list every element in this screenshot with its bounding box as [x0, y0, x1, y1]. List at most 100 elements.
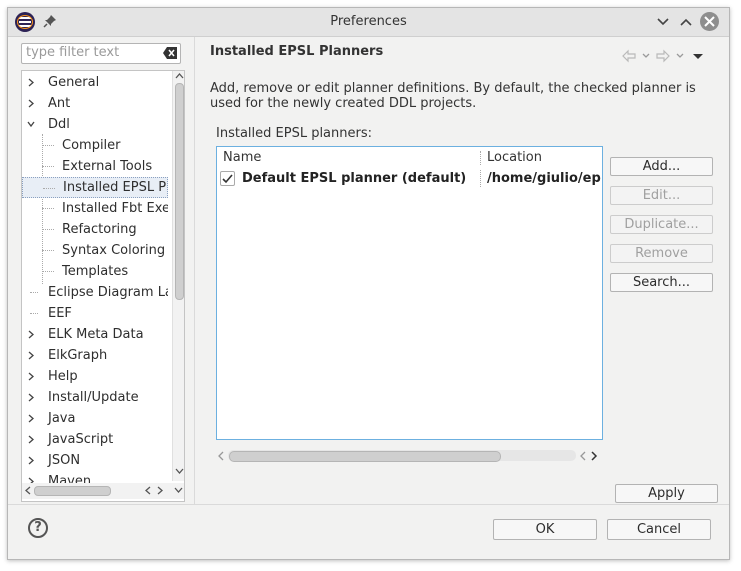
- back-arrow-icon[interactable]: [621, 49, 637, 63]
- tree-item[interactable]: Compiler: [22, 135, 168, 156]
- tree-horizontal-thumb[interactable]: [34, 486, 111, 496]
- collapsed-chevron-icon[interactable]: [26, 93, 38, 114]
- footer-divider: [8, 504, 729, 505]
- tree-item-label: Syntax Coloring: [62, 243, 166, 258]
- back-menu-chevron-icon[interactable]: [641, 49, 651, 63]
- apply-button[interactable]: Apply: [615, 484, 718, 503]
- tree-item[interactable]: ELK Meta Data: [22, 324, 168, 345]
- tree-item[interactable]: Syntax Coloring: [22, 240, 168, 261]
- tree-item[interactable]: JSON: [22, 450, 168, 471]
- tree-item[interactable]: General: [22, 72, 168, 93]
- help-icon[interactable]: ?: [28, 518, 48, 538]
- tree-item[interactable]: Installed Fbt Exec: [22, 198, 168, 219]
- preference-page: Installed EPSL Planners Add, remove or e…: [195, 37, 729, 504]
- collapsed-chevron-icon[interactable]: [26, 366, 38, 387]
- planners-table-label: Installed EPSL planners:: [216, 126, 372, 141]
- tree-item-label: Install/Update: [48, 390, 139, 405]
- tree-connector: [42, 166, 54, 167]
- search-button[interactable]: Search...: [610, 273, 713, 292]
- scroll-left-icon[interactable]: [24, 486, 32, 495]
- checkmark-icon: [222, 174, 233, 184]
- tree-item[interactable]: Ddl: [22, 114, 168, 135]
- scroll-right-icon[interactable]: [156, 486, 164, 495]
- tree-item-label: Refactoring: [62, 222, 137, 237]
- tree-vertical-thumb[interactable]: [175, 83, 184, 300]
- tree-connector: [42, 250, 54, 251]
- tree-connector: [42, 208, 54, 209]
- maximize-chevron-icon[interactable]: [678, 14, 694, 30]
- column-divider[interactable]: [480, 151, 482, 165]
- table-horizontal-thumb[interactable]: [229, 451, 501, 462]
- planner-name-cell: Default EPSL planner (default): [242, 171, 467, 186]
- scroll-down-icon[interactable]: [174, 486, 183, 494]
- duplicate-button[interactable]: Duplicate...: [610, 215, 713, 234]
- tree-vertical-scrollbar[interactable]: [172, 71, 184, 481]
- tree-item[interactable]: Ant: [22, 93, 168, 114]
- tree-connector: [42, 229, 54, 230]
- collapsed-chevron-icon[interactable]: [26, 408, 38, 429]
- clear-filter-icon[interactable]: [163, 47, 177, 59]
- scroll-left-icon[interactable]: [144, 486, 152, 495]
- page-description: Add, remove or edit planner definitions.…: [210, 81, 696, 111]
- planners-table[interactable]: Name Location Default EPSL planner (defa…: [216, 146, 603, 440]
- tree-item[interactable]: Eclipse Diagram La: [22, 282, 168, 303]
- preference-tree-pane: General Ant Ddl Compiler External Tools Insta…: [8, 37, 194, 504]
- tree-item[interactable]: EEF: [22, 303, 168, 324]
- cancel-button[interactable]: Cancel: [607, 519, 711, 540]
- tree-item-label: Compiler: [62, 138, 121, 153]
- tree-item-label: EEF: [48, 306, 72, 321]
- preference-tree[interactable]: General Ant Ddl Compiler External Tools Insta…: [21, 70, 185, 502]
- tree-item[interactable]: JavaScript: [22, 429, 168, 450]
- tree-item[interactable]: External Tools: [22, 156, 168, 177]
- tree-connector: [30, 313, 38, 314]
- tree-item[interactable]: Refactoring: [22, 219, 168, 240]
- tree-item[interactable]: ElkGraph: [22, 345, 168, 366]
- collapsed-chevron-icon[interactable]: [26, 345, 38, 366]
- minimize-chevron-icon[interactable]: [655, 14, 671, 30]
- tree-connector: [42, 145, 54, 146]
- tree-item-label: General: [48, 75, 100, 90]
- scroll-right-icon[interactable]: [590, 451, 598, 461]
- column-divider: [480, 170, 481, 187]
- tree-horizontal-scrollbar[interactable]: [22, 483, 184, 499]
- window-title: Preferences: [330, 14, 407, 29]
- close-button[interactable]: [700, 12, 719, 31]
- collapsed-chevron-icon[interactable]: [26, 429, 38, 450]
- tree-item-label: Java: [48, 411, 76, 426]
- tree-item[interactable]: Install/Update: [22, 387, 168, 408]
- tree-item-label: Installed Fbt Exec: [62, 201, 168, 216]
- ok-button[interactable]: OK: [493, 519, 597, 540]
- collapsed-chevron-icon[interactable]: [26, 387, 38, 408]
- scroll-down-icon[interactable]: [175, 467, 184, 475]
- forward-arrow-icon[interactable]: [655, 49, 671, 63]
- filter-field[interactable]: [21, 43, 181, 64]
- tree-item-label: ElkGraph: [48, 348, 108, 363]
- expanded-chevron-icon[interactable]: [26, 114, 38, 135]
- column-header-name[interactable]: Name: [223, 149, 261, 167]
- page-title: Installed EPSL Planners: [210, 44, 384, 59]
- filter-input[interactable]: [24, 44, 154, 61]
- collapsed-chevron-icon[interactable]: [26, 450, 38, 471]
- tree-item-label: JSON: [48, 453, 81, 468]
- edit-button[interactable]: Edit...: [610, 186, 713, 205]
- forward-menu-chevron-icon[interactable]: [675, 49, 685, 63]
- tree-item[interactable]: Templates: [22, 261, 168, 282]
- collapsed-chevron-icon[interactable]: [26, 324, 38, 345]
- add-button[interactable]: Add...: [610, 157, 713, 176]
- tree-item-label: JavaScript: [48, 432, 114, 447]
- tree-item-label: Installed EPSL Pla: [63, 180, 168, 195]
- table-row[interactable]: Default EPSL planner (default) /home/giu…: [217, 168, 602, 189]
- remove-button[interactable]: Remove: [610, 244, 713, 263]
- tree-item[interactable]: Installed EPSL Pla: [22, 177, 168, 198]
- scroll-up-icon[interactable]: [175, 72, 184, 80]
- scroll-left-icon[interactable]: [217, 451, 225, 461]
- title-bar: Preferences: [8, 8, 729, 37]
- tree-item[interactable]: Java: [22, 408, 168, 429]
- table-horizontal-scrollbar[interactable]: [216, 448, 601, 464]
- collapsed-chevron-icon[interactable]: [26, 72, 38, 93]
- scroll-left-icon[interactable]: [579, 451, 587, 461]
- tree-item[interactable]: Help: [22, 366, 168, 387]
- default-planner-checkbox[interactable]: [220, 171, 235, 186]
- view-menu-icon[interactable]: [692, 49, 704, 63]
- column-header-location[interactable]: Location: [487, 149, 542, 167]
